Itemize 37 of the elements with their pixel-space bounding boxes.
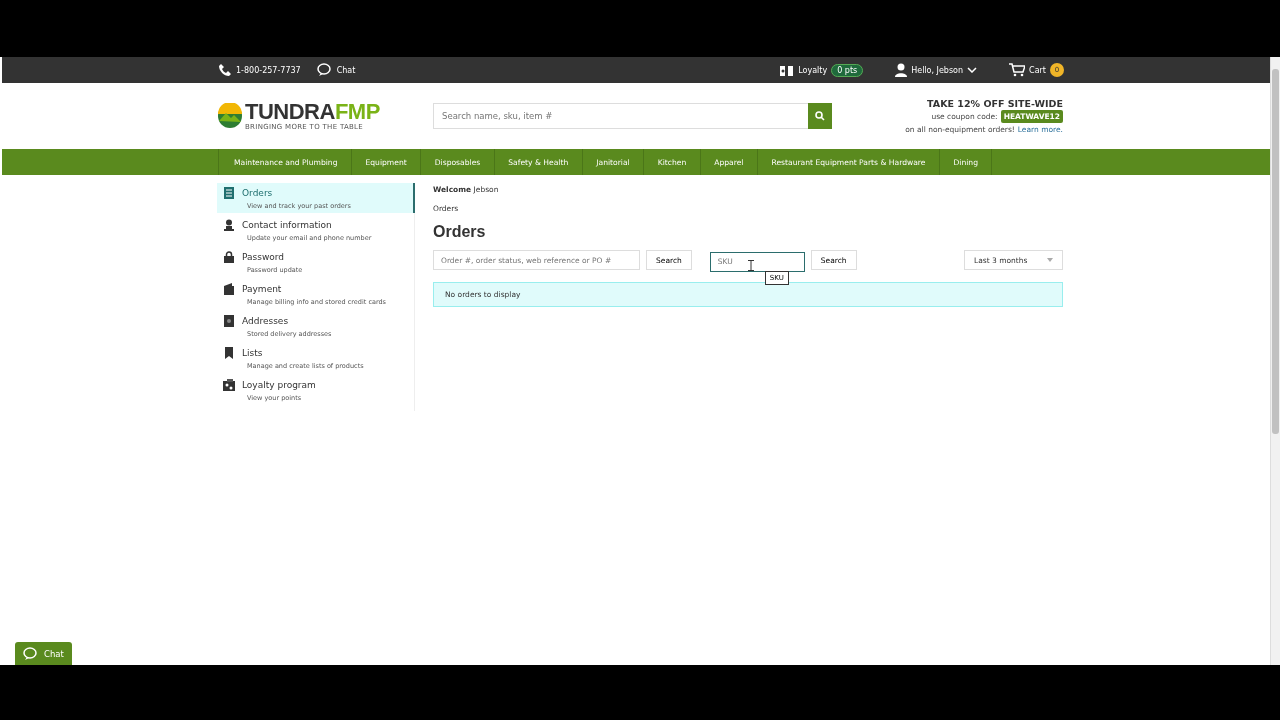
text-cursor-icon bbox=[747, 260, 754, 271]
chat-bubble-icon bbox=[316, 63, 333, 77]
caret-down-icon bbox=[1047, 258, 1053, 263]
mountain-logo-icon bbox=[217, 103, 243, 129]
sidebar-item-title: Addresses bbox=[242, 316, 289, 326]
sidebar-item-title: Password bbox=[242, 252, 285, 262]
sidebar-item-title: Lists bbox=[242, 348, 263, 358]
lock-icon bbox=[223, 251, 235, 263]
list-icon bbox=[223, 187, 235, 199]
points-badge: 0 pts bbox=[831, 63, 864, 77]
chat-bubble-icon bbox=[23, 646, 39, 661]
phone-link[interactable]: 1-800-257-7737 bbox=[218, 63, 301, 77]
phone-icon bbox=[218, 63, 232, 77]
address-book-icon bbox=[223, 315, 235, 327]
chevron-down-icon bbox=[967, 67, 978, 73]
sidebar-item-title: Loyalty program bbox=[242, 380, 316, 390]
sidebar-item-title: Orders bbox=[242, 188, 273, 198]
logo-wordmark-accent: FMP bbox=[334, 98, 380, 124]
wallet-icon bbox=[223, 283, 235, 295]
cart-icon bbox=[1009, 63, 1026, 77]
sidebar-item-title: Contact information bbox=[242, 220, 332, 230]
logo-wordmark: TUNDRA bbox=[245, 98, 335, 124]
search-icon bbox=[815, 111, 825, 121]
chat-button[interactable]: Chat bbox=[15, 642, 72, 665]
cart-link[interactable]: Cart bbox=[1009, 63, 1046, 77]
promo-headline: TAKE 12% OFF SITE-WIDE bbox=[926, 96, 1063, 110]
account-menu[interactable]: Hello, Jebson bbox=[895, 63, 978, 77]
scrollbar[interactable] bbox=[1270, 57, 1280, 665]
search-field[interactable]: Search name, sku, item # bbox=[433, 103, 808, 129]
user-icon bbox=[895, 63, 908, 77]
person-icon bbox=[223, 219, 235, 231]
chat-link[interactable]: Chat bbox=[316, 63, 356, 77]
page-heading: Orders bbox=[433, 223, 487, 241]
sidebar-item-title: Payment bbox=[242, 284, 282, 294]
search-button[interactable] bbox=[808, 103, 832, 129]
loyalty-link[interactable]: Loyalty bbox=[779, 63, 828, 77]
bookmark-icon bbox=[223, 347, 235, 359]
